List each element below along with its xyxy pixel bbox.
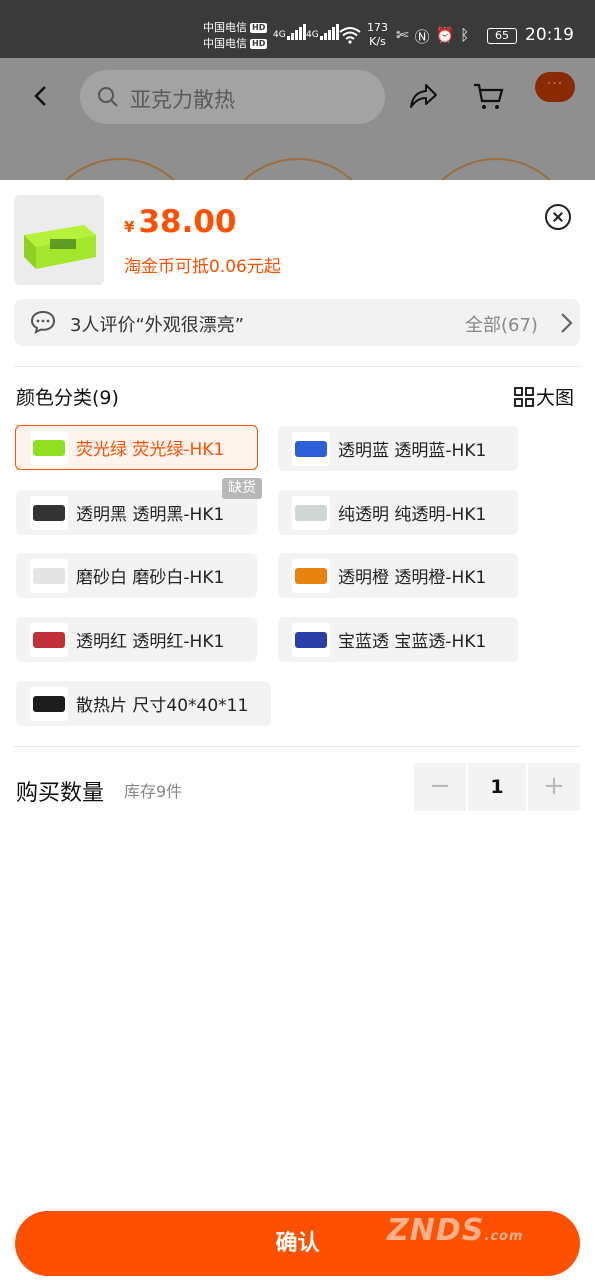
- signal-2-icon: 4G: [306, 24, 339, 40]
- option-thumbnail: [30, 430, 68, 465]
- coin-discount-note: 淘金币可抵0.06元起: [124, 257, 281, 277]
- battery-icon: 65: [487, 28, 517, 44]
- color-option[interactable]: 宝蓝透 宝蓝透-HK1: [278, 617, 518, 662]
- case-swatch: [33, 567, 65, 584]
- search-query: 亚克力散热: [130, 88, 235, 112]
- quantity-title: 购买数量: [16, 781, 105, 806]
- znds-watermark: ZNDS.com: [387, 1213, 524, 1248]
- option-label: 透明黑 透明黑-HK1: [76, 505, 225, 525]
- watermark-suffix: .com: [484, 1229, 524, 1244]
- carrier-2-label: 中国电信: [203, 37, 247, 50]
- color-option[interactable]: 透明橙 透明橙-HK1: [278, 553, 518, 598]
- wifi-icon: [339, 27, 361, 44]
- color-option[interactable]: 荧光绿 荧光绿-HK1: [15, 425, 258, 470]
- network-type-label: 4G: [306, 30, 319, 40]
- scissors-icon: ✄: [396, 26, 409, 44]
- price-value: 38.00: [138, 204, 237, 240]
- option-thumbnail: [292, 558, 330, 593]
- review-headline: 3人评价“外观很漂亮”: [70, 315, 245, 336]
- option-label: 纯透明 纯透明-HK1: [338, 505, 487, 525]
- option-label: 宝蓝透 宝蓝透-HK1: [338, 632, 487, 652]
- search-icon: [98, 87, 118, 107]
- divider: [14, 366, 580, 367]
- color-option[interactable]: 磨砂白 磨砂白-HK1: [16, 553, 257, 598]
- grid-icon: [514, 386, 534, 407]
- hd-badge: HD: [250, 23, 268, 33]
- option-thumbnail: [292, 495, 330, 530]
- option-label: 透明蓝 透明蓝-HK1: [338, 441, 487, 461]
- speed-value: 173: [367, 21, 388, 34]
- status-icons: ✄ Ⓝ ⏰ ᛒ: [396, 26, 469, 47]
- big-picture-label: 大图: [536, 387, 575, 409]
- color-category-title: 颜色分类(9): [16, 387, 119, 409]
- speed-unit: K/s: [369, 35, 386, 48]
- option-label: 透明红 透明红-HK1: [76, 632, 225, 652]
- watermark-text: ZNDS: [387, 1213, 485, 1248]
- currency-symbol: ¥: [124, 218, 135, 236]
- review-summary[interactable]: 3人评价“外观很漂亮” 全部(67): [14, 299, 580, 346]
- option-thumbnail: [292, 431, 330, 466]
- carrier-info: 中国电信 HD 中国电信 HD: [203, 20, 268, 52]
- dimmed-background-page[interactable]: 亚克力散热 ···: [0, 58, 595, 318]
- option-thumbnail: [30, 558, 68, 593]
- color-option[interactable]: 透明黑 透明黑-HK1: [16, 490, 257, 535]
- option-label: 磨砂白 磨砂白-HK1: [76, 568, 225, 588]
- option-thumbnail: [292, 622, 330, 657]
- status-bar: 中国电信 HD 中国电信 HD 4G 4G 173 K/s ✄ Ⓝ ⏰ ᛒ 65 2…: [0, 0, 595, 58]
- heatsink-swatch: [33, 695, 65, 712]
- quantity-stepper: − 1 +: [414, 763, 580, 811]
- price: ¥ 38.00: [124, 204, 237, 240]
- option-label: 散热片 尺寸40*40*11: [76, 696, 249, 716]
- case-swatch: [295, 504, 327, 521]
- network-speed: 173 K/s: [367, 21, 388, 49]
- option-thumbnail: [30, 622, 68, 657]
- option-thumbnail: [30, 686, 68, 721]
- case-swatch: [33, 504, 65, 521]
- case-swatch: [33, 631, 65, 648]
- divider: [14, 746, 580, 747]
- share-icon[interactable]: [408, 82, 438, 110]
- option-label: 荧光绿 荧光绿-HK1: [76, 440, 225, 460]
- option-label: 透明橙 透明橙-HK1: [338, 568, 487, 588]
- color-option[interactable]: 散热片 尺寸40*40*11: [16, 681, 271, 726]
- case-swatch: [33, 439, 65, 456]
- clock: 20:19: [525, 25, 574, 45]
- chat-bubble-icon: [30, 310, 56, 334]
- review-all-link[interactable]: 全部(67): [465, 311, 538, 337]
- alarm-icon: ⏰: [435, 26, 455, 44]
- product-thumbnail[interactable]: [14, 195, 104, 285]
- close-icon[interactable]: [545, 204, 571, 230]
- chevron-right-icon: [561, 313, 573, 333]
- color-option[interactable]: 纯透明 纯透明-HK1: [278, 490, 518, 535]
- big-picture-toggle[interactable]: 大图: [514, 383, 574, 410]
- increment-button[interactable]: +: [528, 763, 580, 811]
- battery-level: 65: [495, 29, 509, 42]
- bluetooth-icon: ᛒ: [460, 26, 470, 44]
- option-thumbnail: [30, 495, 68, 530]
- signal-1-icon: 4G: [273, 24, 306, 40]
- quantity-input[interactable]: 1: [468, 763, 526, 811]
- color-option[interactable]: 透明蓝 透明蓝-HK1: [278, 426, 518, 471]
- product-image: [14, 195, 104, 285]
- hd-badge: HD: [250, 39, 268, 49]
- sku-selector-sheet: ¥ 38.00 淘金币可抵0.06元起 3人评价“外观很漂亮” 全部(67) 颜…: [0, 180, 595, 1280]
- case-swatch: [295, 440, 327, 457]
- case-swatch: [295, 567, 327, 584]
- case-swatch: [295, 631, 327, 648]
- sold-out-badge: 缺货: [222, 478, 262, 499]
- stock-count: 库存9件: [124, 782, 183, 801]
- back-arrow-icon[interactable]: [30, 84, 54, 108]
- network-type-label: 4G: [273, 30, 286, 40]
- nfc-icon: Ⓝ: [414, 28, 430, 46]
- cart-icon[interactable]: [472, 82, 504, 112]
- color-option[interactable]: 透明红 透明红-HK1: [16, 617, 257, 662]
- decrement-button[interactable]: −: [414, 763, 466, 811]
- more-menu-button[interactable]: ···: [535, 72, 575, 102]
- carrier-1-label: 中国电信: [203, 21, 247, 34]
- search-bar[interactable]: 亚克力散热: [80, 70, 385, 124]
